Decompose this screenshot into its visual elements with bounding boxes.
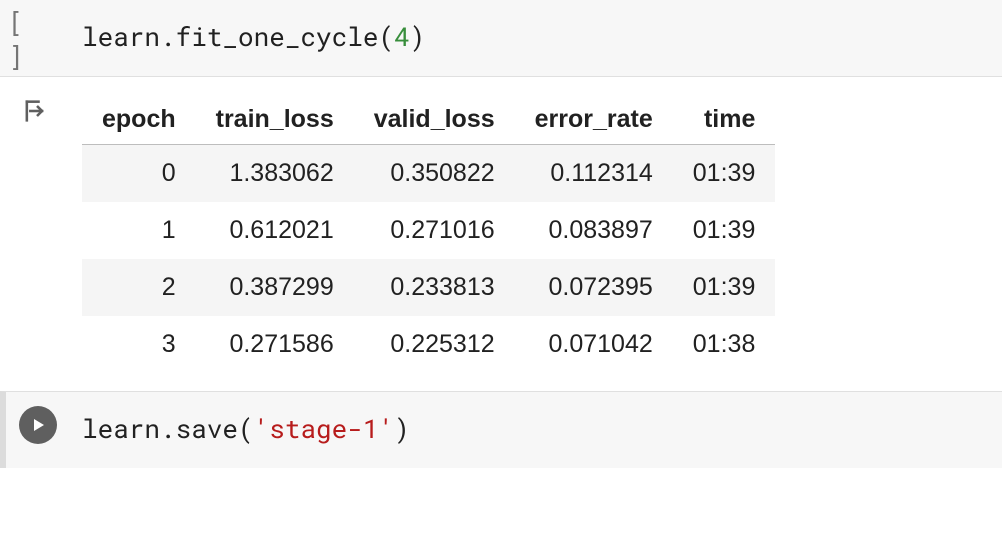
col-epoch: epoch [82,95,196,145]
col-time: time [673,95,776,145]
code-token: ) [394,412,410,446]
cell-train-loss: 0.271586 [196,316,354,373]
cell-error-rate: 0.112314 [515,145,673,203]
exec-indicator[interactable] [6,392,70,444]
code-editor-2[interactable]: learn.save('stage-1') [70,392,1002,468]
code-token-string: 'stage-1' [254,412,394,446]
cell-train-loss: 1.383062 [196,145,354,203]
code-token: learn.save( [82,412,254,446]
output-gutter[interactable] [0,95,70,125]
cell-epoch: 0 [82,145,196,203]
table-header: epoch train_loss valid_loss error_rate t… [82,95,775,145]
code-cell-1[interactable]: [ ] learn.fit_one_cycle(4) [0,0,1002,77]
cell-error-rate: 0.072395 [515,259,673,316]
code-token-number: 4 [394,20,410,54]
cell-error-rate: 0.083897 [515,202,673,259]
cell-valid-loss: 0.271016 [354,202,515,259]
code-cell-2[interactable]: learn.save('stage-1') [0,391,1002,468]
cell-epoch: 1 [82,202,196,259]
cell-valid-loss: 0.225312 [354,316,515,373]
col-valid-loss: valid_loss [354,95,515,145]
cell-train-loss: 0.612021 [196,202,354,259]
col-train-loss: train_loss [196,95,354,145]
cell-time: 01:39 [673,202,776,259]
cell-epoch: 2 [82,259,196,316]
cell-train-loss: 0.387299 [196,259,354,316]
run-cell-button[interactable] [19,406,57,444]
col-error-rate: error_rate [515,95,673,145]
output-body: epoch train_loss valid_loss error_rate t… [70,95,1002,373]
play-icon [30,417,46,433]
cell-time: 01:39 [673,259,776,316]
cell-epoch: 3 [82,316,196,373]
output-cell: epoch train_loss valid_loss error_rate t… [0,77,1002,391]
training-table: epoch train_loss valid_loss error_rate t… [82,95,775,373]
cell-valid-loss: 0.233813 [354,259,515,316]
cell-time: 01:38 [673,316,776,373]
code-token: ) [410,20,426,54]
cell-time: 01:39 [673,145,776,203]
table-row: 1 0.612021 0.271016 0.083897 01:39 [82,202,775,259]
table-row: 0 1.383062 0.350822 0.112314 01:39 [82,145,775,203]
cell-valid-loss: 0.350822 [354,145,515,203]
table-row: 2 0.387299 0.233813 0.072395 01:39 [82,259,775,316]
cell-error-rate: 0.071042 [515,316,673,373]
exec-indicator[interactable]: [ ] [0,0,70,74]
code-editor-1[interactable]: learn.fit_one_cycle(4) [70,0,1002,76]
code-token: learn.fit_one_cycle( [82,20,394,54]
output-arrow-icon [21,97,49,125]
table-row: 3 0.271586 0.225312 0.071042 01:38 [82,316,775,373]
